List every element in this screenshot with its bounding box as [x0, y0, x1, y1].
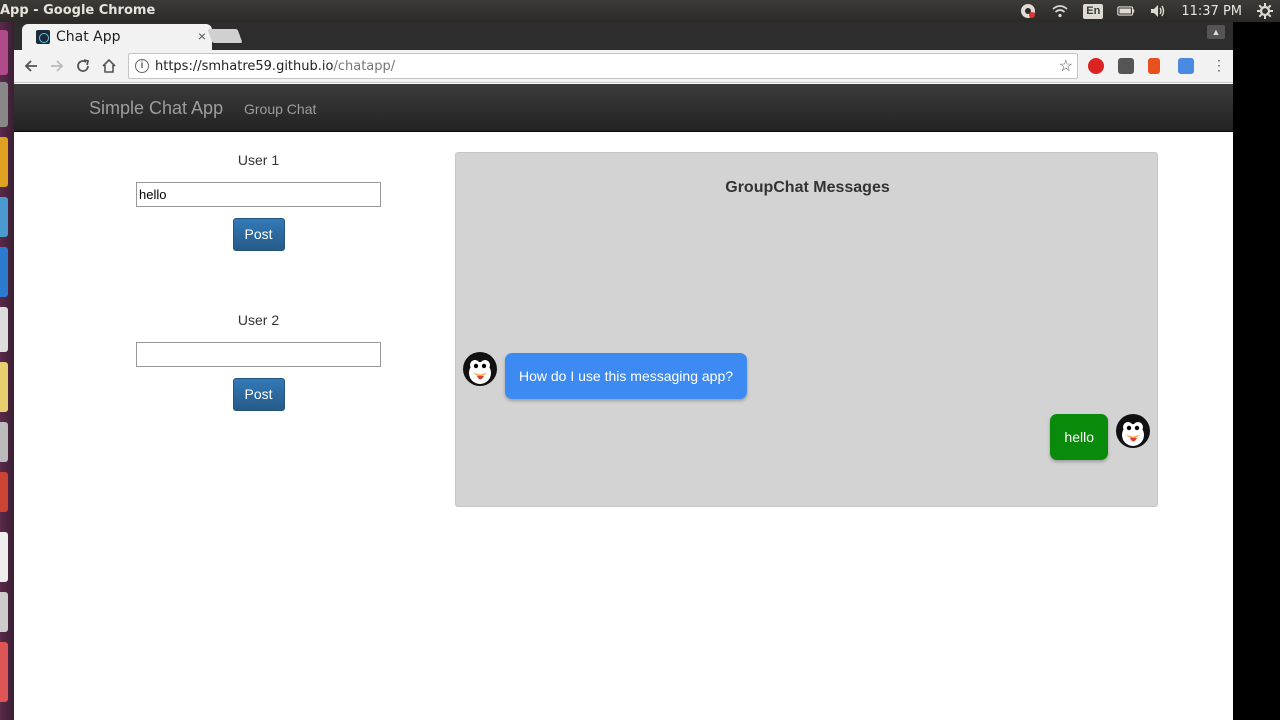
user-1-panel: User 1 Post — [136, 152, 381, 251]
user-2-label: User 2 — [237, 312, 280, 328]
chat-title: GroupChat Messages — [725, 179, 890, 196]
keyboard-layout-icon[interactable]: En — [1083, 3, 1104, 19]
user-1-message-input[interactable] — [136, 182, 381, 207]
chrome-sync-icon[interactable] — [1019, 2, 1037, 20]
profile-icon[interactable]: ▲ — [1207, 25, 1225, 39]
chat-message-left: How do I use this messaging app? — [505, 353, 748, 399]
clock[interactable]: 11:37 PM — [1181, 4, 1242, 19]
brand-link[interactable]: Simple Chat App — [89, 98, 223, 119]
react-favicon-icon — [36, 30, 50, 44]
bookmark-star-icon[interactable]: ☆ — [1059, 56, 1073, 76]
home-icon[interactable] — [98, 55, 120, 77]
site-info-icon[interactable]: i — [135, 59, 149, 73]
volume-icon[interactable] — [1149, 2, 1167, 20]
battery-icon[interactable] — [1117, 2, 1135, 20]
os-top-panel: App - Google Chrome En 11:37 PM — [0, 0, 1280, 22]
office-icon[interactable] — [1148, 58, 1160, 74]
url-text[interactable]: https://smhatre59.github.io/chatapp/ — [155, 59, 395, 74]
launcher-app-icon[interactable] — [0, 137, 8, 187]
tab-chat-app[interactable]: Chat App × — [22, 24, 212, 50]
launcher-app-icon[interactable] — [0, 532, 8, 582]
launcher-app-icon[interactable] — [0, 362, 8, 412]
penguin-avatar-icon — [463, 352, 497, 386]
wifi-icon[interactable] — [1051, 2, 1069, 20]
power-gear-icon[interactable] — [1256, 2, 1274, 20]
group-chat-panel: GroupChat Messages How do I use this mes… — [455, 152, 1158, 507]
extension-icon[interactable] — [1178, 58, 1194, 74]
user-1-label: User 1 — [237, 152, 280, 168]
launcher-app-icon[interactable] — [0, 82, 8, 127]
app-navbar: Simple Chat App Group Chat — [14, 84, 1233, 132]
browser-toolbar: i https://smhatre59.github.io/chatapp/ ☆… — [14, 50, 1233, 83]
menu-icon[interactable]: ⋮ — [1212, 58, 1226, 74]
browser-window: Chat App × ▲ i https://smhatre59.github.… — [14, 22, 1233, 720]
launcher-app-icon[interactable] — [0, 30, 8, 75]
chat-message-right: hello — [1050, 414, 1108, 460]
new-tab-button[interactable] — [207, 29, 243, 43]
page-content: Simple Chat App Group Chat User 1 Post U… — [14, 84, 1233, 720]
url-host: https://smhatre59.github.io — [155, 59, 334, 74]
launcher-app-icon[interactable] — [0, 592, 8, 632]
back-icon[interactable] — [20, 55, 42, 77]
launcher-app-icon[interactable] — [0, 307, 8, 352]
tab-strip: Chat App × ▲ — [14, 22, 1233, 50]
tab-title: Chat App — [56, 29, 121, 45]
pocket-icon[interactable] — [1118, 58, 1134, 74]
user-1-post-button[interactable]: Post — [232, 218, 285, 251]
reload-icon[interactable] — [72, 55, 94, 77]
user-2-post-button[interactable]: Post — [232, 378, 285, 411]
unity-launcher — [0, 22, 14, 720]
url-path: /chatapp/ — [333, 59, 396, 74]
launcher-app-icon[interactable] — [0, 197, 8, 237]
launcher-app-icon[interactable] — [0, 472, 8, 512]
tab-close-icon[interactable]: × — [198, 28, 206, 44]
adblock-icon[interactable] — [1088, 58, 1104, 74]
window-title: App - Google Chrome — [0, 3, 156, 18]
address-bar[interactable]: i https://smhatre59.github.io/chatapp/ ☆ — [128, 53, 1078, 79]
launcher-app-icon[interactable] — [0, 642, 8, 702]
user-2-panel: User 2 Post — [136, 312, 381, 411]
penguin-avatar-icon — [1116, 414, 1150, 448]
launcher-app-icon[interactable] — [0, 247, 8, 297]
launcher-app-icon[interactable] — [0, 422, 8, 462]
user-2-message-input[interactable] — [136, 342, 381, 367]
nav-link-group-chat[interactable]: Group Chat — [244, 101, 316, 117]
system-tray: En 11:37 PM — [1019, 2, 1274, 20]
forward-icon[interactable] — [46, 55, 68, 77]
screen-edge — [1233, 22, 1280, 720]
